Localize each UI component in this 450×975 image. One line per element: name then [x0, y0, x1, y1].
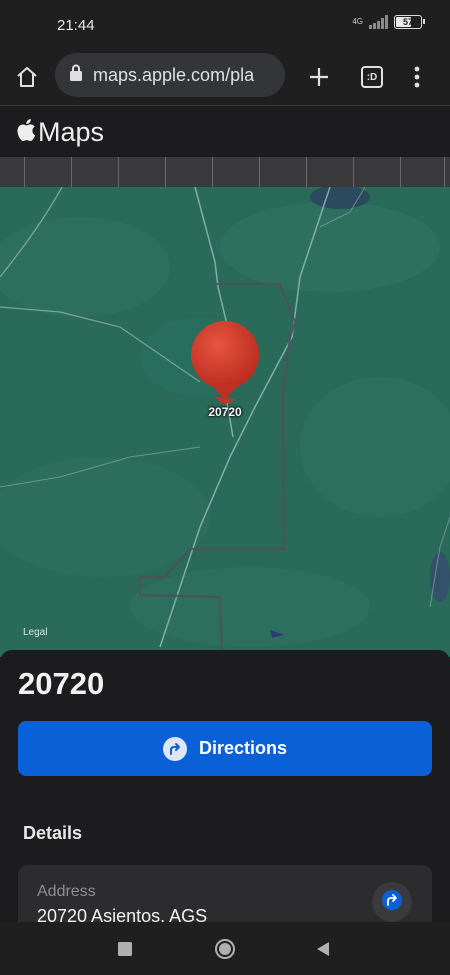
apple-logo-icon[interactable] — [16, 118, 36, 147]
more-vertical-icon[interactable] — [400, 60, 434, 94]
tabs-button[interactable]: :D — [355, 60, 389, 94]
directions-button[interactable]: Directions — [18, 721, 432, 776]
system-nav-bar — [0, 922, 450, 975]
directions-arrow-icon — [162, 736, 187, 761]
status-time: 21:44 — [57, 17, 95, 34]
network-type: 4G — [352, 17, 363, 26]
tabs-icon: :D — [361, 66, 383, 88]
battery-icon: 57 — [394, 15, 425, 29]
place-sheet: 20720 Directions Details Address 20720 A… — [0, 650, 450, 935]
directions-circle-icon — [382, 889, 402, 915]
address-label: Address — [37, 883, 96, 900]
map-view[interactable]: 20720 Legal — [0, 187, 450, 657]
details-heading: Details — [23, 823, 83, 843]
browser-toolbar: maps.apple.com/pla :D — [0, 48, 450, 106]
maps-header: Maps — [0, 107, 450, 157]
map-pin-label[interactable]: 20720 — [200, 405, 250, 419]
url-text: maps.apple.com/pla — [93, 64, 255, 85]
map-tile-strip — [0, 157, 450, 187]
status-bar: 21:44 4G 57 — [0, 0, 450, 48]
recent-apps-icon[interactable] — [112, 936, 138, 962]
address-directions-button[interactable] — [372, 882, 412, 922]
home-circle-icon[interactable] — [212, 936, 238, 962]
home-icon[interactable] — [10, 60, 44, 94]
directions-label: Directions — [198, 738, 288, 758]
back-icon[interactable] — [310, 936, 336, 962]
address-bar[interactable]: maps.apple.com/pla — [55, 53, 285, 97]
signal-icon — [369, 15, 388, 29]
place-title: 20720 — [18, 666, 105, 701]
map-terrain — [0, 187, 450, 657]
legal-link[interactable]: Legal — [23, 627, 47, 638]
status-icons: 4G 57 — [352, 15, 425, 29]
plus-icon[interactable] — [302, 60, 336, 94]
battery-level: 57 — [402, 17, 413, 27]
brand-title: Maps — [38, 116, 105, 147]
lock-icon — [69, 64, 83, 87]
